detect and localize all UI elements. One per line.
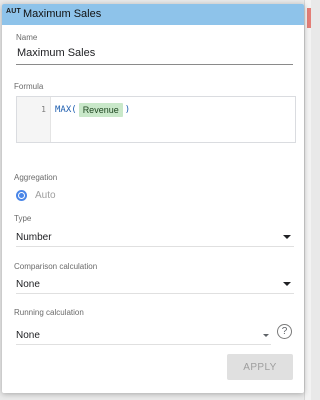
aggregation-label: Aggregation — [14, 173, 58, 182]
calculated-field-editor: AUT Maximum Sales Name Formula 1 MAX( Re… — [2, 4, 304, 393]
type-value: Number — [16, 231, 52, 243]
name-label: Name — [16, 33, 38, 42]
background-red-marker — [307, 8, 311, 28]
formula-label: Formula — [14, 82, 44, 91]
comparison-select[interactable]: None — [16, 275, 294, 294]
comparison-value: None — [16, 278, 40, 290]
dropdown-caret-icon — [263, 333, 269, 337]
type-select[interactable]: Number — [16, 228, 294, 247]
editor-header: AUT Maximum Sales — [2, 4, 304, 25]
apply-button[interactable]: APPLY — [227, 354, 293, 380]
aggregation-auto-option[interactable]: Auto — [16, 190, 56, 201]
editor-title: Maximum Sales — [23, 8, 102, 20]
line-number-gutter: 1 — [17, 97, 51, 142]
type-label: Type — [14, 214, 32, 223]
dropdown-caret-icon — [283, 235, 291, 239]
running-label: Running calculation — [14, 308, 84, 317]
field-type-badge: AUT — [6, 8, 21, 15]
comparison-label: Comparison calculation — [14, 262, 98, 271]
line-number: 1 — [41, 105, 46, 114]
background-app-edge — [304, 0, 311, 400]
aggregation-option-label: Auto — [35, 190, 56, 201]
formula-code-line[interactable]: MAX( Revenue ) — [55, 103, 130, 117]
help-icon[interactable]: ? — [277, 324, 292, 339]
name-input[interactable] — [16, 44, 293, 65]
running-select[interactable]: None — [16, 326, 271, 345]
formula-field-chip[interactable]: Revenue — [78, 103, 123, 117]
radio-selected-icon[interactable] — [16, 190, 27, 201]
function-close: ) — [124, 105, 131, 115]
dropdown-caret-icon — [283, 282, 291, 286]
formula-editor[interactable]: 1 MAX( Revenue ) — [16, 96, 296, 143]
function-open: MAX( — [55, 105, 77, 115]
running-value: None — [16, 329, 40, 341]
